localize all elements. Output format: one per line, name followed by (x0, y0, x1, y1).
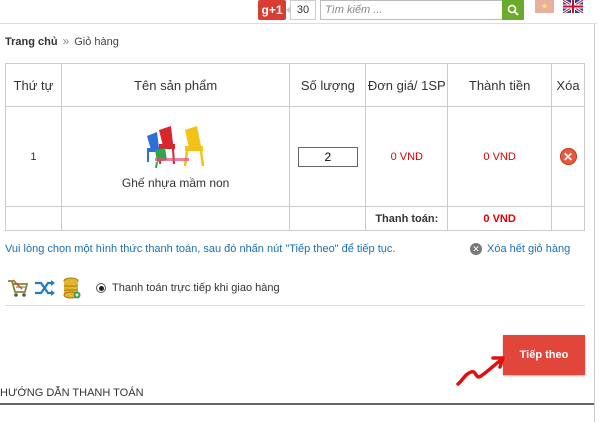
search-button[interactable] (502, 0, 524, 20)
breadcrumb-separator: » (62, 34, 70, 48)
breadcrumb-home-link[interactable]: Trang chủ (5, 36, 58, 48)
cart-table: Thứ tự Tên sản phẩm Số lượng Đơn giá/ 1S… (5, 63, 585, 231)
delete-cell: ✕ (551, 106, 585, 207)
unit-price: 0 VND (365, 106, 449, 207)
payment-cod-label[interactable]: Thanh toán trực tiếp khi giao hàng (112, 282, 280, 294)
header-quantity: Số lượng (289, 63, 367, 107)
delete-item-icon[interactable]: ✕ (559, 148, 577, 165)
product-name[interactable]: Ghế nhựa mầm non (62, 176, 290, 190)
guide-divider (0, 403, 594, 405)
payment-methods: Thanh toán trực tiếp khi giao hàng (7, 276, 280, 300)
coins-icon (61, 276, 83, 300)
total-label: Thanh toán: (365, 206, 449, 231)
cart-header-row: Thứ tự Tên sản phẩm Số lượng Đơn giá/ 1S… (5, 63, 585, 107)
section-divider (5, 305, 585, 306)
search-icon (507, 4, 519, 16)
header-line-total: Thành tiền (447, 63, 552, 107)
header-delete: Xóa (551, 63, 585, 107)
vietnamese-flag-icon[interactable]: ★ (535, 0, 554, 13)
payment-notice: Vui lòng chọn một hình thức thanh toán, … (5, 243, 396, 255)
line-total: 0 VND (447, 106, 552, 207)
google-plus-count: 30 (286, 0, 316, 20)
row-index: 1 (5, 106, 62, 207)
header-index: Thứ tự (5, 63, 62, 107)
search-input[interactable] (320, 0, 504, 20)
total-row: Thanh toán: 0 VND (5, 206, 585, 231)
red-arrow-icon (456, 356, 505, 386)
header-product-name: Tên sản phẩm (60, 63, 291, 107)
breadcrumb: Trang chủ » Giỏ hàng (5, 34, 119, 48)
quantity-cell (289, 106, 367, 207)
top-bar: g+1 30 ★ (0, 0, 600, 22)
product-cell: Ghế nhựa mầm non (60, 106, 291, 207)
total-value: 0 VND (447, 206, 552, 231)
breadcrumb-current: Giỏ hàng (74, 36, 119, 48)
clear-cart-link[interactable]: ✕ Xóa hết giỏ hàng (470, 243, 570, 255)
table-row: 1 Ghế nhựa mầm non 2 0 VND 0 VND ✕ (5, 106, 585, 207)
header-unit-price: Đơn giá/ 1SP (365, 63, 449, 107)
clear-cart-icon: ✕ (470, 243, 482, 255)
quantity-input[interactable] (297, 146, 358, 167)
payment-cod-radio[interactable] (96, 283, 106, 293)
google-plus-one-button[interactable]: g+1 (258, 0, 286, 20)
product-image[interactable] (141, 124, 211, 170)
shopping-cart-icon (7, 276, 29, 300)
clear-cart-label: Xóa hết giỏ hàng (487, 243, 571, 255)
shuffle-icon (34, 276, 56, 300)
next-button[interactable]: Tiếp theo (503, 335, 585, 375)
english-flag-icon[interactable] (563, 0, 583, 13)
right-border (594, 24, 595, 422)
top-divider (0, 23, 597, 24)
